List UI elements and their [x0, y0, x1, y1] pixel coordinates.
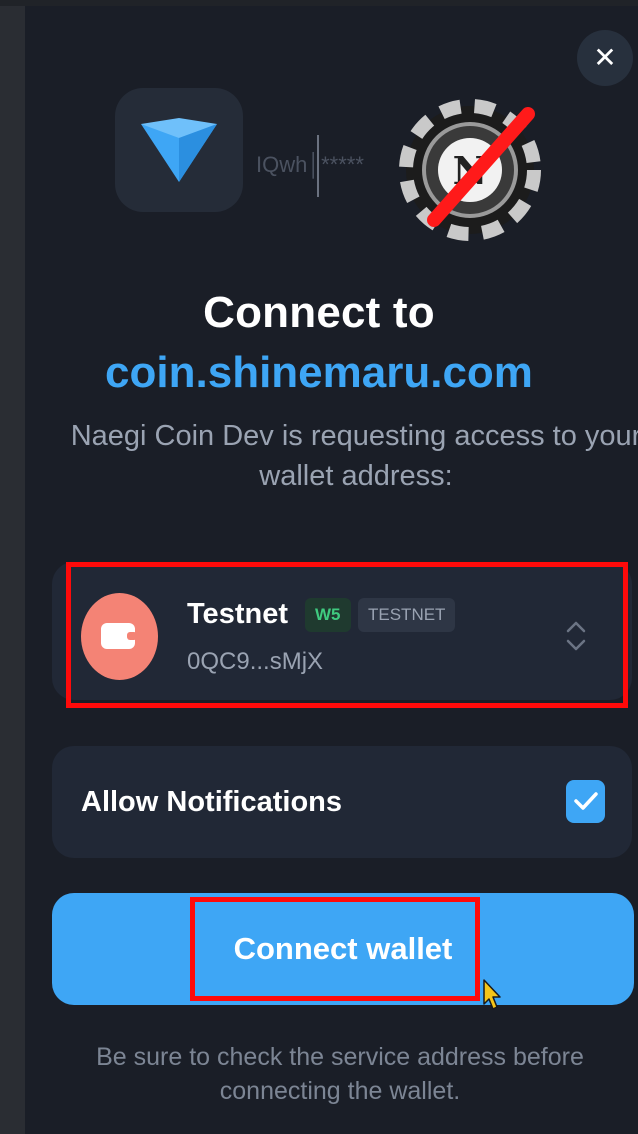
connect-wallet-button[interactable]: Connect wallet	[52, 893, 634, 1005]
wallet-icon	[101, 623, 137, 649]
chevron-up-down-icon[interactable]	[564, 619, 588, 653]
text-cursor	[317, 135, 319, 197]
wallet-address: 0QC9...sMjX	[187, 648, 324, 675]
hand-cursor-icon	[483, 979, 501, 1010]
wallet-avatar	[81, 593, 158, 680]
wallet-name: Testnet	[187, 598, 288, 630]
connect-wallet-label: Connect wallet	[233, 931, 453, 966]
wallet-version-badge: W5	[305, 598, 351, 632]
security-note: Be sure to check the service address bef…	[96, 1043, 584, 1105]
network-badge: TESTNET	[358, 598, 456, 632]
notifications-label: Allow Notifications	[81, 786, 342, 818]
close-button[interactable]: ✕	[577, 30, 633, 86]
close-icon: ✕	[593, 42, 617, 73]
dialog-title: Connect to	[203, 288, 435, 337]
checkmark-icon	[574, 792, 598, 810]
password-mask-text: IQwh│*****	[256, 152, 364, 177]
dapp-domain: coin.shinemaru.com	[105, 348, 533, 397]
app-logo	[115, 88, 243, 212]
ton-diamond-icon	[141, 118, 217, 182]
request-description: Naegi Coin Dev is requesting access to y…	[70, 420, 638, 492]
notifications-checkbox[interactable]	[566, 780, 605, 823]
dapp-poker-chip-logo: N	[399, 99, 541, 241]
